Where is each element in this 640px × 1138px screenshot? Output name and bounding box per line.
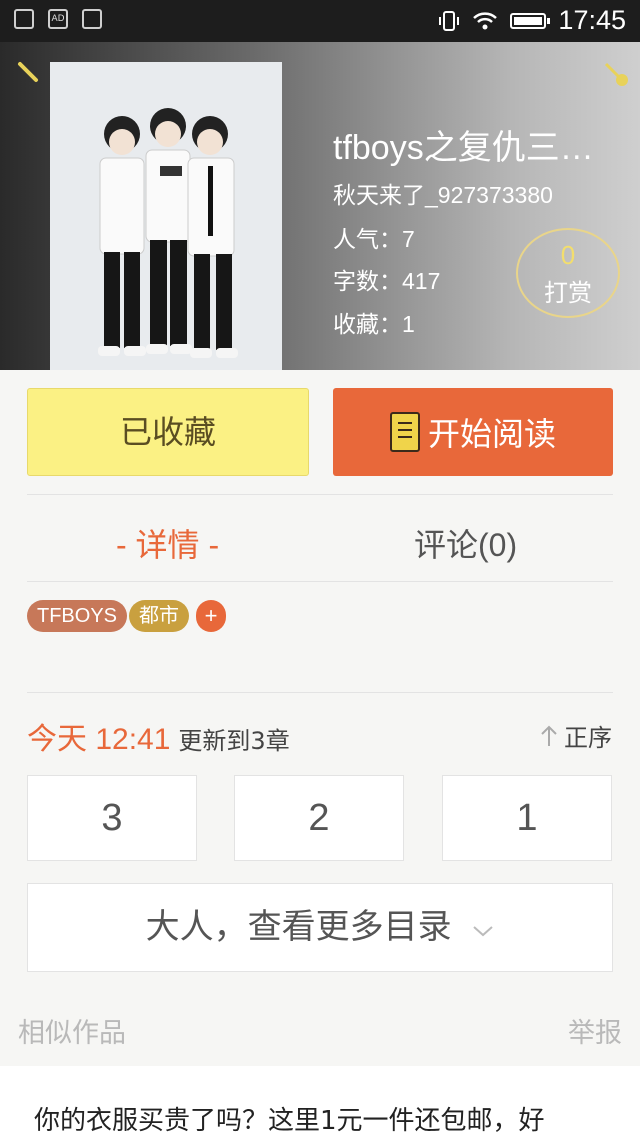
- reward-label: 打赏: [544, 279, 592, 307]
- book-word-count: 字数：417: [333, 268, 441, 294]
- more-catalog-button[interactable]: 大人，查看更多目录: [27, 883, 613, 972]
- back-icon[interactable]: [16, 60, 42, 86]
- sort-order-toggle[interactable]: 正序: [540, 718, 612, 753]
- chevron-down-icon: [473, 926, 494, 937]
- reward-button[interactable]: 0 打赏: [516, 228, 620, 318]
- book-cover-image[interactable]: [50, 62, 282, 370]
- tab-comments[interactable]: 评论(0): [414, 520, 517, 566]
- divider: [27, 494, 613, 495]
- screenshot-icon: [82, 9, 102, 29]
- chapter-button[interactable]: 3: [27, 775, 197, 861]
- status-time: 17:45: [558, 5, 626, 35]
- divider: [27, 581, 613, 582]
- book-favorites: 收藏：1: [333, 311, 415, 337]
- tab-details[interactable]: - 详情 -: [116, 520, 219, 566]
- book-title: tfboys之复仇三…: [333, 129, 594, 167]
- share-icon[interactable]: [602, 60, 628, 86]
- book-popularity: 人气：7: [333, 226, 415, 252]
- start-reading-button[interactable]: 开始阅读: [333, 388, 613, 476]
- book-icon: [389, 412, 420, 452]
- arrow-up-icon: [541, 725, 557, 746]
- chapter-button[interactable]: 2: [234, 775, 404, 861]
- report-link[interactable]: 举报: [568, 1011, 622, 1050]
- update-time: 今天 12:41: [27, 723, 171, 756]
- similar-works-title: 相似作品: [18, 1018, 126, 1049]
- vibrate-icon: [439, 10, 460, 31]
- favorite-button[interactable]: 已收藏: [27, 388, 309, 476]
- more-catalog-label: 大人，查看更多目录: [145, 907, 452, 947]
- ad-banner[interactable]: 你的衣服买贵了吗？这里1元一件还包邮，好: [0, 1066, 640, 1138]
- update-info: 今天 12:41 更新到3章: [27, 714, 290, 758]
- update-text: 更新到3章: [178, 727, 290, 755]
- ad-text: 你的衣服买贵了吗？这里1元一件还包邮，好: [34, 1106, 545, 1136]
- sort-order-label: 正序: [564, 724, 612, 752]
- tag-tfboys[interactable]: TFBOYS: [27, 600, 128, 632]
- book-header: tfboys之复仇三… 秋天来了_927373380 人气：7 字数：417 收…: [0, 42, 640, 370]
- battery-icon: [510, 12, 551, 29]
- add-tag-button[interactable]: +: [196, 600, 226, 632]
- reward-count: 0: [560, 240, 576, 270]
- ad-notification-icon: AD: [48, 9, 68, 29]
- apps-icon: [14, 9, 34, 29]
- start-reading-label: 开始阅读: [427, 415, 556, 453]
- divider: [27, 692, 613, 693]
- wifi-icon: [473, 11, 498, 29]
- tag-city[interactable]: 都市: [129, 600, 189, 632]
- status-bar: AD 17:45: [0, 0, 640, 42]
- book-author[interactable]: 秋天来了_927373380: [333, 176, 553, 210]
- chapter-button[interactable]: 1: [442, 775, 612, 861]
